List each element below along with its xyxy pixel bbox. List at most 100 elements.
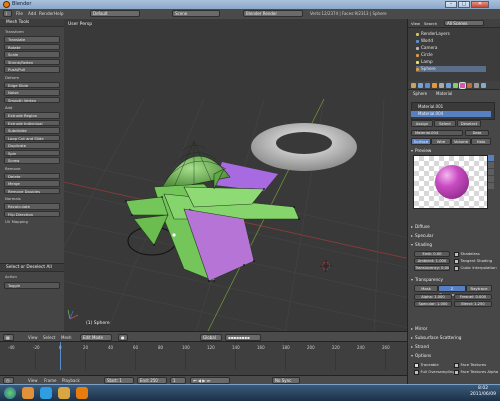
screen-layout-select[interactable]: Default	[90, 10, 140, 17]
extrude-individual-button[interactable]: Extrude Individual	[4, 119, 60, 126]
menu-frame[interactable]: Frame	[44, 378, 56, 383]
start-button-icon[interactable]	[4, 387, 16, 399]
folder-icon[interactable]	[58, 387, 70, 399]
firefox-icon[interactable]	[22, 387, 34, 399]
blend-field[interactable]: Blend: 1.250	[454, 301, 492, 307]
start-frame-field[interactable]: Start: 1	[104, 377, 134, 384]
surface-tab[interactable]: Surface	[411, 138, 431, 145]
material-name-field[interactable]: Material.004	[411, 130, 463, 136]
sync-select[interactable]: No Sync	[272, 377, 300, 384]
wire-tab[interactable]: Wire	[431, 138, 451, 145]
translate-button[interactable]: Translate	[4, 36, 60, 43]
volume-tab[interactable]: Volume	[451, 138, 471, 145]
shrink-fatten-button[interactable]: Shrink/Fatten	[4, 58, 60, 65]
noise-button[interactable]: Noise	[4, 89, 60, 96]
operator-title[interactable]: Select or Deselect All	[0, 264, 64, 272]
shading-select[interactable]: ●	[118, 333, 128, 341]
group-uv-mapping[interactable]: UV Mapping	[0, 217, 64, 225]
close-button[interactable]: ✕	[471, 1, 489, 8]
options-panel-header[interactable]: Options	[411, 352, 499, 359]
shading-panel-header[interactable]: Shading	[411, 241, 499, 248]
rotate-button[interactable]: Rotate	[4, 43, 60, 50]
playback-controls[interactable]: ⏮ ◀ ▶ ⏭	[190, 377, 230, 384]
system-clock[interactable]: 8:02 2011/06/09	[470, 386, 496, 398]
mask-button[interactable]: Mask	[414, 285, 438, 292]
mode-select[interactable]: Edit Mode	[80, 333, 112, 341]
menu-mesh[interactable]: Mesh	[61, 335, 72, 340]
outliner-display-select[interactable]: All Scenes	[444, 19, 484, 26]
merge-button[interactable]: Merge	[4, 180, 60, 187]
fresnel-field[interactable]: Fresnel: 0.000	[454, 294, 492, 300]
halo-tab[interactable]: Halo	[471, 138, 491, 145]
spin-button[interactable]: Spin	[4, 149, 60, 156]
menu-select[interactable]: Select	[43, 335, 55, 340]
specular-alpha-field[interactable]: Specular: 1.000	[414, 301, 452, 307]
face-textures-alpha-checkbox[interactable]: Face Textures Alpha	[454, 369, 498, 375]
context-material[interactable]: Material	[436, 91, 452, 96]
texture-tab-icon[interactable]	[467, 82, 472, 88]
outliner-item[interactable]: Lamp	[416, 59, 433, 65]
outliner-item[interactable]: Circle	[416, 52, 433, 58]
outliner-item[interactable]: RenderLayers	[416, 31, 450, 37]
menu-view[interactable]: View	[28, 335, 38, 340]
assign-button[interactable]: Assign	[411, 120, 433, 127]
loop-cut-button[interactable]: Loop Cut and Slide	[4, 134, 60, 141]
link-data-select[interactable]: Data	[465, 130, 489, 136]
ambient-field[interactable]: Ambient: 1.000	[414, 258, 450, 264]
menu-view-timeline[interactable]: View	[28, 378, 38, 383]
cubic-interpolation-checkbox[interactable]: Cubic Interpolation	[454, 265, 497, 271]
timeline[interactable]: -40 -20 0 20 40 60 80 100 120 140 160 18…	[0, 341, 407, 376]
preview-panel-header[interactable]: Preview	[411, 147, 499, 154]
minimize-button[interactable]: –	[445, 1, 457, 8]
context-object[interactable]: Sphere	[413, 91, 427, 96]
blender-taskbar-icon[interactable]	[76, 387, 88, 399]
data-tab-icon[interactable]	[453, 82, 458, 88]
alpha-field[interactable]: Alpha: 1.000	[414, 294, 452, 300]
modifiers-tab-icon[interactable]	[446, 82, 451, 88]
menu-render[interactable]: Render	[39, 11, 54, 16]
duplicate-button[interactable]: Duplicate	[4, 142, 60, 149]
z-transparency-button[interactable]: Z Transparency	[438, 285, 466, 297]
maximize-button[interactable]: □	[458, 1, 470, 8]
orientation-select[interactable]: Global	[200, 333, 222, 341]
3d-viewport[interactable]: User Persp (1) Sphere	[64, 19, 407, 331]
material-slot[interactable]: Material.001	[411, 104, 491, 110]
outliner-item-selected[interactable]: Sphere	[416, 66, 486, 72]
editor-type-timeline[interactable]: ◷	[3, 377, 14, 384]
action-select[interactable]: Toggle	[4, 282, 60, 289]
constraints-tab-icon[interactable]	[439, 82, 444, 88]
full-oversampling-checkbox[interactable]: Full Oversampling	[414, 369, 455, 375]
preview-flat-icon[interactable]	[488, 162, 494, 168]
editor-type-icon[interactable]: i	[3, 10, 12, 17]
diffuse-panel-header[interactable]: Diffuse	[411, 223, 499, 230]
specular-panel-header[interactable]: Specular	[411, 232, 499, 239]
render-engine-select[interactable]: Blender Render	[243, 10, 303, 17]
end-frame-field[interactable]: End: 250	[137, 377, 167, 384]
physics-tab-icon[interactable]	[481, 82, 486, 88]
preview-hair-icon[interactable]	[488, 183, 494, 189]
preview-monkey-icon[interactable]	[488, 176, 494, 182]
face-textures-checkbox[interactable]: Face Textures	[454, 362, 486, 368]
transparency-panel-header[interactable]: Transparency	[411, 276, 499, 283]
strand-panel-header[interactable]: Strand	[411, 343, 499, 350]
translucency-field[interactable]: Translucency: 0.000	[414, 265, 450, 271]
mesh-tools-header[interactable]: Mesh Tools	[0, 19, 64, 27]
raytrace-button[interactable]: Raytrace	[466, 285, 492, 292]
menu-playback[interactable]: Playback	[62, 378, 80, 383]
scene-select[interactable]: Scene	[172, 10, 220, 17]
outliner-menu-search[interactable]: Search	[424, 21, 437, 26]
outliner-menu-view[interactable]: View	[411, 21, 420, 26]
recalculate-button[interactable]: Recalculate	[4, 203, 60, 210]
editor-type-3d[interactable]: ▦	[3, 333, 14, 341]
menu-file[interactable]: File	[16, 11, 23, 16]
particles-tab-icon[interactable]	[474, 82, 479, 88]
layer-buttons[interactable]: ▪▪▪▪▪▪▪▪	[225, 333, 261, 341]
subdivide-button[interactable]: Subdivide	[4, 127, 60, 134]
sss-panel-header[interactable]: Subsurface Scattering	[411, 334, 499, 341]
extrude-region-button[interactable]: Extrude Region	[4, 112, 60, 119]
outliner-item[interactable]: World	[416, 38, 433, 44]
object-tab-icon[interactable]	[432, 82, 437, 88]
tangent-shading-checkbox[interactable]: Tangent Shading	[454, 258, 492, 264]
scene-tab-icon[interactable]	[418, 82, 423, 88]
select-button[interactable]: Select	[434, 120, 456, 127]
